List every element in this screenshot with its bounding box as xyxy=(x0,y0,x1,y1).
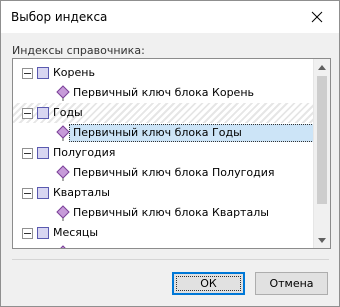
tree-node-label: Полугодия xyxy=(53,146,116,159)
collapse-toggle[interactable] xyxy=(22,188,33,199)
tree-node-years[interactable]: Годы xyxy=(13,103,313,123)
dialog-title: Выбор индекса xyxy=(11,10,108,24)
block-icon xyxy=(37,147,49,159)
tree-item-label: Первичный ключ блока Корень xyxy=(73,86,254,99)
tree-node-quarters[interactable]: Кварталы xyxy=(13,183,313,203)
tree-item-label: Первичный ключ блока Полугодия xyxy=(73,166,275,179)
tree-item-key-partial[interactable] xyxy=(13,243,313,248)
tree-node-root[interactable]: Корень xyxy=(13,63,313,83)
scrollbar-thumb[interactable] xyxy=(317,76,327,204)
collapse-toggle[interactable] xyxy=(22,228,33,239)
scroll-down-button[interactable] xyxy=(314,232,330,248)
tree-item-key[interactable]: Первичный ключ блока Кварталы xyxy=(13,203,313,223)
vertical-scrollbar[interactable] xyxy=(313,59,330,248)
key-index-icon xyxy=(60,245,66,248)
cancel-button-label: Отмена xyxy=(269,277,314,290)
tree-item-label: Первичный ключ блока Годы xyxy=(69,124,320,142)
key-index-icon xyxy=(56,165,70,181)
block-icon xyxy=(37,187,49,199)
scroll-up-icon xyxy=(318,64,326,70)
tree-node-months[interactable]: Месяцы xyxy=(13,223,313,243)
key-index-icon xyxy=(56,205,70,221)
tree-node-halfyears[interactable]: Полугодия xyxy=(13,143,313,163)
scroll-up-button[interactable] xyxy=(314,59,330,75)
collapse-toggle[interactable] xyxy=(22,148,33,159)
key-index-icon xyxy=(56,85,70,101)
focus-rectangle xyxy=(176,276,241,291)
tree-node-label: Корень xyxy=(53,66,95,79)
close-icon xyxy=(311,11,323,23)
cancel-button[interactable]: Отмена xyxy=(255,272,328,295)
tree-node-label: Месяцы xyxy=(53,226,99,239)
collapse-toggle[interactable] xyxy=(22,108,33,119)
indexes-label: Индексы справочника: xyxy=(12,44,145,57)
tree-item-label: Первичный ключ блока Кварталы xyxy=(73,206,269,219)
tree-item-key[interactable]: Первичный ключ блока Полугодия xyxy=(13,163,313,183)
block-icon xyxy=(37,227,49,239)
index-select-dialog: Выбор индекса Индексы справочника: Корен… xyxy=(0,0,340,307)
tree-node-label: Годы xyxy=(53,106,83,119)
tree-item-key-selected[interactable]: Первичный ключ блока Годы xyxy=(13,123,320,143)
title-bar: Выбор индекса xyxy=(1,1,339,33)
close-button[interactable] xyxy=(295,1,339,33)
tree-node-label: Кварталы xyxy=(53,186,110,199)
block-icon xyxy=(37,67,49,79)
tree-item-key[interactable]: Первичный ключ блока Корень xyxy=(13,83,313,103)
collapse-toggle[interactable] xyxy=(22,68,33,79)
divider xyxy=(12,259,329,260)
block-icon xyxy=(37,107,49,119)
scroll-down-icon xyxy=(318,237,326,243)
ok-button[interactable]: ОК xyxy=(172,272,245,295)
index-tree[interactable]: Корень Первичный ключ блока Корень Годы … xyxy=(12,58,331,249)
